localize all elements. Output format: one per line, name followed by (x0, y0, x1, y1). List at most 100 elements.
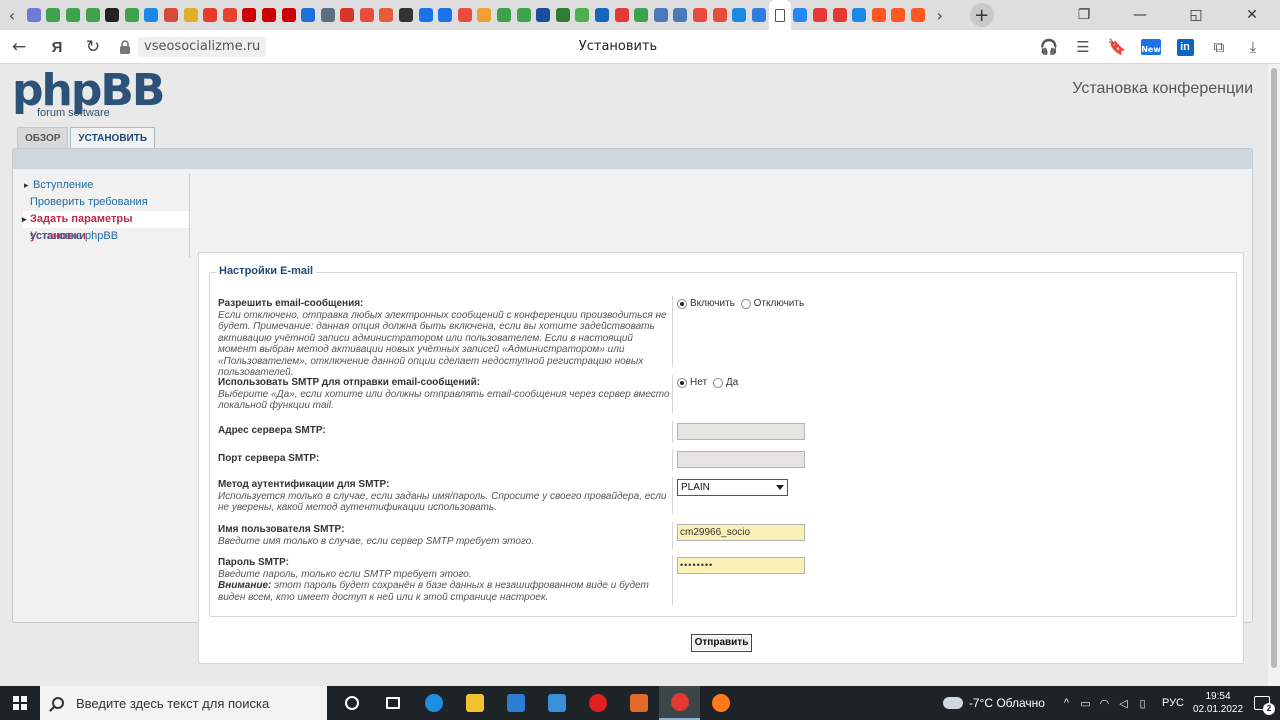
pinned-tab-favicon-icon[interactable] (240, 0, 260, 30)
email-enable-on-radio[interactable] (677, 298, 687, 309)
pinned-tab-favicon-icon[interactable] (102, 0, 122, 30)
firefox-icon[interactable] (700, 686, 741, 720)
pinned-tab-favicon-icon[interactable] (455, 0, 475, 30)
battery-icon[interactable]: ▯ (1133, 697, 1152, 710)
pinned-tab-favicon-icon[interactable] (220, 0, 240, 30)
pinned-tab-favicon-icon[interactable] (810, 0, 830, 30)
reload-icon[interactable]: ↻ (76, 30, 110, 64)
start-button[interactable] (0, 686, 40, 720)
headphones-icon[interactable]: 🎧 (1032, 30, 1066, 64)
pinned-tab-favicon-icon[interactable] (142, 0, 162, 30)
taskbar-search[interactable]: Введите здесь текст для поиска (40, 686, 327, 720)
pinned-tab-favicon-icon[interactable] (435, 0, 455, 30)
pinned-tab-favicon-icon[interactable] (494, 0, 514, 30)
pinned-tab-favicon-icon[interactable] (651, 0, 671, 30)
close-window-icon[interactable]: ✕ (1224, 0, 1280, 30)
file-explorer-icon[interactable] (454, 686, 495, 720)
pinned-tab-favicon-icon[interactable] (44, 0, 64, 30)
pinned-tab-favicon-icon[interactable] (749, 0, 769, 30)
reader-mode-icon[interactable]: ☰ (1066, 30, 1100, 64)
language-indicator[interactable]: РУС (1162, 697, 1184, 709)
smtp-port-input[interactable] (677, 451, 805, 468)
pinned-tab-favicon-icon[interactable] (612, 0, 632, 30)
pinned-tab-favicon-icon[interactable] (553, 0, 573, 30)
opera-icon[interactable] (577, 686, 618, 720)
clock[interactable]: 19:54 02.01.2022 (1192, 690, 1244, 716)
pinned-tab-favicon-icon[interactable] (63, 0, 83, 30)
pinned-tab-favicon-icon[interactable] (396, 0, 416, 30)
pinned-tab-favicon-icon[interactable] (83, 0, 103, 30)
pinned-tab-favicon-icon[interactable] (908, 0, 928, 30)
pinned-tab-favicon-icon[interactable] (259, 0, 279, 30)
pinned-tab-favicon-icon[interactable] (318, 0, 338, 30)
avast-icon[interactable] (618, 686, 659, 720)
menu-item-intro[interactable]: ▸ Вступление (23, 177, 191, 194)
pinned-tab-favicon-icon[interactable] (514, 0, 534, 30)
minimize-icon[interactable]: — (1112, 0, 1168, 30)
smtp-no-radio[interactable] (677, 377, 687, 388)
pinned-tab-favicon-icon[interactable] (573, 0, 593, 30)
url-domain[interactable]: vseosocializme.ru (138, 37, 267, 57)
pinned-tab-favicon-icon[interactable] (830, 0, 850, 30)
chevron-up-icon[interactable]: ^ (1057, 697, 1076, 709)
smtp-pass-input[interactable]: •••••••• (677, 557, 805, 574)
network-device-icon[interactable]: ▭ (1076, 697, 1095, 710)
pinned-tab-favicon-icon[interactable] (377, 0, 397, 30)
mail-icon[interactable] (536, 686, 577, 720)
edge-icon[interactable] (413, 686, 454, 720)
smtp-host-input[interactable] (677, 423, 805, 440)
smtp-auth-select[interactable]: PLAIN (677, 479, 788, 496)
pinned-tab-favicon-icon[interactable] (338, 0, 358, 30)
bookmark-icon[interactable]: 🔖 (1100, 30, 1134, 64)
pinned-tab-favicon-icon[interactable] (357, 0, 377, 30)
tab-overview[interactable]: ОБЗОР (17, 127, 69, 149)
phpbb-logo[interactable]: phpBB forum software (12, 66, 165, 122)
restore-icon[interactable]: ◱ (1168, 0, 1224, 30)
tabs-scroll-left-icon[interactable]: ‹ (0, 0, 24, 30)
pinned-tab-favicon-icon[interactable] (279, 0, 299, 30)
active-tab-page-icon[interactable] (768, 0, 791, 30)
downloads-icon[interactable]: ⤓ (1236, 30, 1270, 64)
pinned-tab-favicon-icon[interactable] (475, 0, 495, 30)
pinned-tab-favicon-icon[interactable] (889, 0, 909, 30)
page-scrollbar[interactable] (1268, 64, 1280, 686)
yandex-browser-icon[interactable] (659, 686, 700, 720)
yandex-logo-icon[interactable]: Я (40, 30, 74, 64)
pinned-tab-favicon-icon[interactable] (24, 0, 44, 30)
pinned-tab-favicon-icon[interactable] (791, 0, 811, 30)
tabs-scroll-right-icon[interactable]: › (928, 0, 952, 30)
pinned-tab-favicon-icon[interactable] (631, 0, 651, 30)
submit-button[interactable]: Отправить (691, 634, 752, 652)
pinned-tab-favicon-icon[interactable] (122, 0, 142, 30)
tab-install[interactable]: УСТАНОВИТЬ (70, 127, 156, 150)
wifi-icon[interactable]: ◠ (1095, 697, 1114, 710)
cortana-icon[interactable] (331, 686, 372, 720)
volume-icon[interactable]: ◁ (1114, 697, 1133, 710)
pinned-tab-favicon-icon[interactable] (181, 0, 201, 30)
pinned-tab-favicon-icon[interactable] (533, 0, 553, 30)
back-arrow-icon[interactable]: ← (2, 30, 36, 64)
pinned-tab-favicon-icon[interactable] (161, 0, 181, 30)
pinned-tab-favicon-icon[interactable] (200, 0, 220, 30)
pinned-tab-favicon-icon[interactable] (729, 0, 749, 30)
email-enable-off-radio[interactable] (740, 298, 751, 309)
task-view-icon[interactable] (372, 686, 413, 720)
new-tab-button[interactable]: + (969, 3, 994, 27)
pinned-tab-favicon-icon[interactable] (710, 0, 730, 30)
smtp-user-input[interactable]: cm29966_socio (677, 524, 805, 541)
smtp-yes-radio[interactable] (712, 377, 723, 388)
pinned-tab-favicon-icon[interactable] (298, 0, 318, 30)
weather-text[interactable]: -7°C Облачно (969, 696, 1045, 710)
tabs-manager-icon[interactable]: ❐ (1056, 0, 1112, 30)
menu-item-requirements[interactable]: Проверить требования (23, 194, 191, 211)
menu-item-install-phpbb[interactable]: Установка phpBB (23, 228, 191, 245)
pinned-tab-favicon-icon[interactable] (671, 0, 691, 30)
pinned-tab-favicon-icon[interactable] (416, 0, 436, 30)
linkedin-icon[interactable]: in (1168, 30, 1202, 64)
new-extension-icon[interactable]: New (1134, 30, 1168, 64)
extensions-icon[interactable]: ⧉ (1202, 30, 1236, 64)
pinned-tab-favicon-icon[interactable] (690, 0, 710, 30)
pinned-tab-favicon-icon[interactable] (849, 0, 869, 30)
notifications-button[interactable]: 2 (1244, 696, 1280, 715)
pinned-tab-favicon-icon[interactable] (592, 0, 612, 30)
